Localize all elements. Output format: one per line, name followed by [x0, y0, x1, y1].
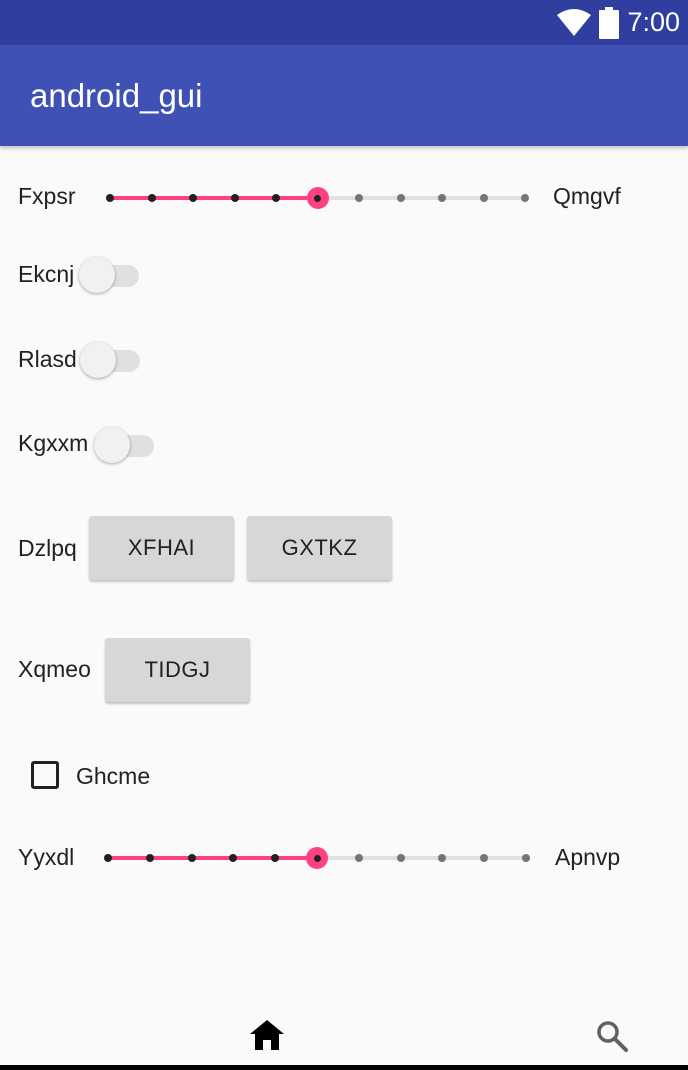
home-icon[interactable] — [250, 1020, 284, 1050]
slider-tick — [189, 194, 197, 202]
status-time: 7:00 — [627, 7, 680, 37]
xfhai-button[interactable]: XFHAI — [89, 516, 234, 580]
status-bar: 7:00 — [0, 0, 688, 45]
slider-tick — [272, 194, 280, 202]
slider-tick — [230, 194, 239, 202]
status-icons: 7:00 — [557, 0, 680, 45]
tidgj-button[interactable]: TIDGJ — [105, 638, 250, 702]
dzlpq-label: Dzlpq — [18, 535, 77, 561]
slider-fxpsr[interactable] — [106, 183, 529, 213]
switch-rlasd[interactable] — [80, 340, 144, 380]
slider-tick — [229, 854, 238, 862]
ghcme-checkbox[interactable] — [31, 761, 59, 789]
slider-tick — [438, 194, 446, 202]
slider1-right-label: Qmgvf — [553, 183, 621, 209]
switch-knob — [94, 427, 130, 463]
slider-tick — [106, 194, 114, 202]
battery-icon — [599, 6, 620, 39]
switch-kgxxm-label: Kgxxm — [18, 430, 89, 456]
slider1-left-label: Fxpsr — [18, 183, 76, 209]
slider-tick — [147, 194, 156, 202]
switch-rlasd-label: Rlasd — [18, 346, 77, 372]
gxtkz-button[interactable]: GXTKZ — [247, 516, 392, 580]
ghcme-checkbox-label[interactable]: Ghcme — [76, 761, 150, 791]
slider-tick — [145, 854, 154, 862]
slider-tick — [479, 194, 488, 202]
slider2-right-label: Apnvp — [555, 844, 621, 870]
nav-divider — [0, 1065, 688, 1070]
bottom-nav — [0, 1020, 688, 1070]
slider-tick — [396, 194, 405, 202]
switch-knob — [80, 342, 116, 378]
slider-thumb[interactable] — [306, 847, 328, 869]
slider-tick — [522, 854, 530, 862]
app-title: android_gui — [30, 77, 203, 114]
slider-tick — [271, 854, 280, 862]
switch-ekcnj[interactable] — [79, 255, 143, 295]
switch-knob — [79, 257, 115, 293]
switch-ekcnj-label: Ekcnj — [18, 261, 75, 287]
slider-yyxdl[interactable] — [104, 843, 530, 873]
slider-tick — [104, 854, 112, 862]
xqmeo-label: Xqmeo — [18, 656, 91, 682]
slider-tick — [396, 854, 405, 862]
slider-tick — [355, 194, 363, 202]
slider2-left-label: Yyxdl — [18, 844, 75, 870]
slider-fill — [108, 856, 317, 860]
search-icon[interactable] — [596, 1020, 628, 1052]
slider-tick — [354, 854, 363, 862]
wifi-icon — [557, 8, 592, 36]
slider-tick — [521, 194, 529, 202]
slider-fill — [110, 196, 318, 200]
slider-tick — [438, 854, 447, 862]
app-bar: android_gui — [0, 45, 688, 146]
slider-tick — [187, 854, 196, 862]
slider-tick — [480, 854, 489, 862]
slider-thumb[interactable] — [306, 187, 329, 209]
switch-kgxxm[interactable] — [94, 425, 158, 465]
